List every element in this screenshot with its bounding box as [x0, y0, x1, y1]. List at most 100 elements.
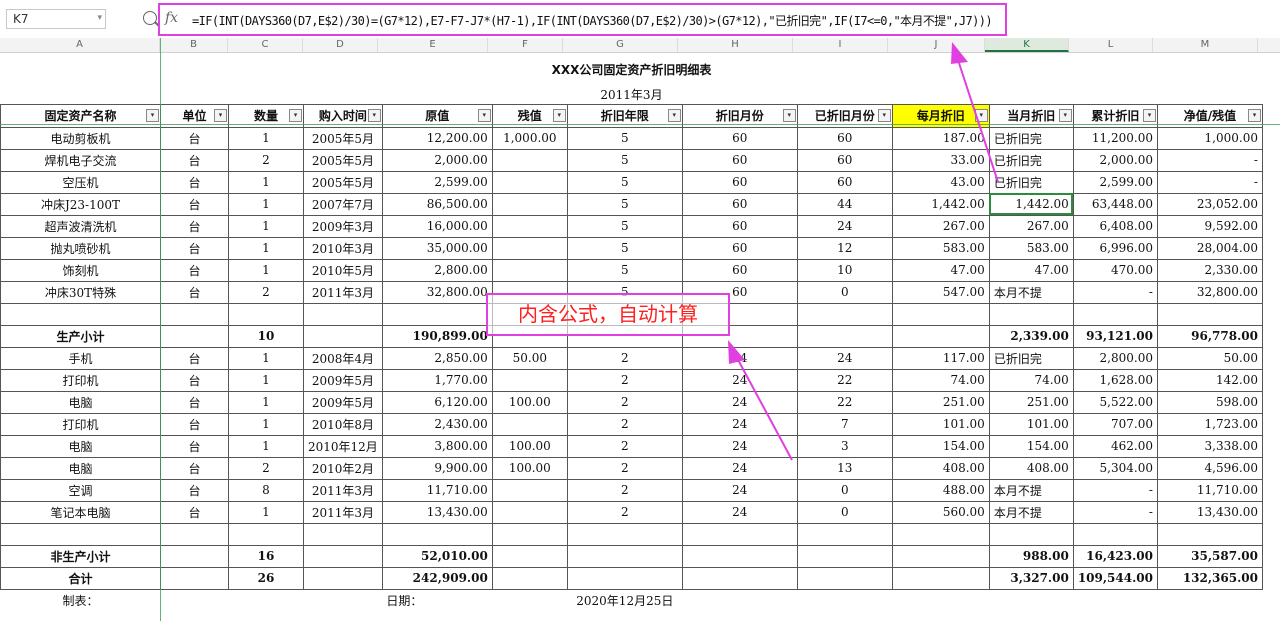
- empty-cell[interactable]: [988, 522, 1074, 546]
- empty-cell[interactable]: [797, 589, 892, 611]
- cell[interactable]: 109,544.00: [1072, 566, 1158, 590]
- cell[interactable]: -: [1156, 148, 1263, 172]
- cell[interactable]: 242,909.00: [381, 566, 493, 590]
- empty-cell[interactable]: [0, 302, 161, 326]
- period-label[interactable]: 2011年3月: [1, 86, 1263, 104]
- filter-dropdown-icon[interactable]: ▾: [477, 108, 491, 122]
- cell[interactable]: 488.00: [891, 478, 990, 502]
- cell[interactable]: [491, 170, 568, 194]
- cell[interactable]: 2,430.00: [381, 412, 493, 436]
- cell[interactable]: 24: [796, 346, 893, 370]
- cell[interactable]: 100.00: [491, 390, 568, 414]
- cell[interactable]: 2011年3月: [303, 280, 383, 304]
- cell[interactable]: 35,000.00: [381, 236, 493, 260]
- empty-cell[interactable]: [1156, 522, 1263, 546]
- cell[interactable]: -: [1156, 170, 1263, 194]
- cell[interactable]: 已折旧完: [988, 170, 1074, 194]
- cell[interactable]: [491, 500, 568, 524]
- cell[interactable]: 33.00: [891, 148, 990, 172]
- cell[interactable]: 12,200.00: [381, 126, 493, 150]
- cell[interactable]: 154.00: [891, 434, 990, 458]
- empty-cell[interactable]: [1156, 302, 1263, 326]
- cell[interactable]: [891, 544, 990, 568]
- cell[interactable]: 132,365.00: [1156, 566, 1263, 590]
- empty-cell[interactable]: [303, 522, 383, 546]
- cell[interactable]: [491, 566, 568, 590]
- cell[interactable]: 22: [796, 390, 893, 414]
- column-header-f[interactable]: F: [488, 38, 563, 52]
- cell[interactable]: 台: [160, 148, 229, 172]
- cell[interactable]: 台: [160, 236, 229, 260]
- cell[interactable]: 电脑: [0, 434, 161, 458]
- cell[interactable]: 9,592.00: [1156, 214, 1263, 238]
- column-header-g[interactable]: G: [563, 38, 678, 52]
- empty-cell[interactable]: [682, 589, 797, 611]
- cell[interactable]: 2005年5月: [303, 170, 383, 194]
- column-header-c[interactable]: C: [228, 38, 303, 52]
- cell[interactable]: 28,004.00: [1156, 236, 1263, 260]
- column-header-h[interactable]: H: [678, 38, 793, 52]
- cell[interactable]: 1,628.00: [1072, 368, 1158, 392]
- cell[interactable]: 60: [681, 170, 798, 194]
- cell[interactable]: 1: [228, 346, 304, 370]
- cell[interactable]: 35,587.00: [1156, 544, 1263, 568]
- cell[interactable]: 2: [566, 390, 683, 414]
- cell[interactable]: 2011年3月: [303, 478, 383, 502]
- cell[interactable]: 台: [160, 478, 229, 502]
- cell[interactable]: 2: [228, 456, 304, 480]
- cell[interactable]: 12: [796, 236, 893, 260]
- cell[interactable]: [491, 192, 568, 216]
- cell[interactable]: 1: [228, 412, 304, 436]
- cell[interactable]: 台: [160, 346, 229, 370]
- empty-cell[interactable]: [491, 522, 568, 546]
- cell[interactable]: 2010年3月: [303, 236, 383, 260]
- cell[interactable]: 冲床30T特殊: [0, 280, 161, 304]
- cell[interactable]: 2: [566, 434, 683, 458]
- cell[interactable]: 47.00: [988, 258, 1074, 282]
- cell[interactable]: 台: [160, 500, 229, 524]
- cell[interactable]: 60: [796, 170, 893, 194]
- cell[interactable]: 2,800.00: [1072, 346, 1158, 370]
- cell[interactable]: 3: [796, 434, 893, 458]
- cell[interactable]: 2010年8月: [303, 412, 383, 436]
- cell[interactable]: 2,599.00: [1072, 170, 1158, 194]
- cell[interactable]: 24: [681, 412, 798, 436]
- filter-dropdown-icon[interactable]: ▾: [146, 108, 159, 122]
- cell[interactable]: 1,000.00: [1156, 126, 1263, 150]
- cell[interactable]: 笔记本电脑: [0, 500, 161, 524]
- cell[interactable]: 本月不提: [988, 500, 1074, 524]
- cell[interactable]: 8: [228, 478, 304, 502]
- cell[interactable]: 电动剪板机: [0, 126, 161, 150]
- cell[interactable]: 60: [796, 126, 893, 150]
- cell[interactable]: [681, 544, 798, 568]
- cell[interactable]: 抛丸喷砂机: [0, 236, 161, 260]
- cell[interactable]: 26: [228, 566, 304, 590]
- cell[interactable]: 2,000.00: [1072, 148, 1158, 172]
- cell[interactable]: 电脑: [0, 456, 161, 480]
- cell[interactable]: 2: [566, 456, 683, 480]
- empty-cell[interactable]: [303, 302, 383, 326]
- cell[interactable]: -: [1072, 500, 1158, 524]
- cell[interactable]: 10: [796, 258, 893, 282]
- cell[interactable]: 11,200.00: [1072, 126, 1158, 150]
- cell[interactable]: 60: [796, 148, 893, 172]
- cell[interactable]: 2009年5月: [303, 390, 383, 414]
- cell[interactable]: 2010年2月: [303, 456, 383, 480]
- cell[interactable]: 560.00: [891, 500, 990, 524]
- cell[interactable]: 2011年3月: [303, 500, 383, 524]
- empty-cell[interactable]: [161, 589, 229, 611]
- cell[interactable]: 台: [160, 192, 229, 216]
- cell[interactable]: 60: [681, 148, 798, 172]
- cell[interactable]: 50.00: [1156, 346, 1263, 370]
- cell[interactable]: 6,996.00: [1072, 236, 1158, 260]
- cell[interactable]: 13: [796, 456, 893, 480]
- cell[interactable]: 手机: [0, 346, 161, 370]
- cell[interactable]: 5,304.00: [1072, 456, 1158, 480]
- cell[interactable]: 2,339.00: [988, 324, 1074, 348]
- cell[interactable]: [491, 214, 568, 238]
- cell[interactable]: 打印机: [0, 368, 161, 392]
- cell[interactable]: 台: [160, 214, 229, 238]
- cell[interactable]: 16,423.00: [1072, 544, 1158, 568]
- cell[interactable]: -: [1072, 280, 1158, 304]
- cell[interactable]: 2010年12月: [303, 434, 383, 458]
